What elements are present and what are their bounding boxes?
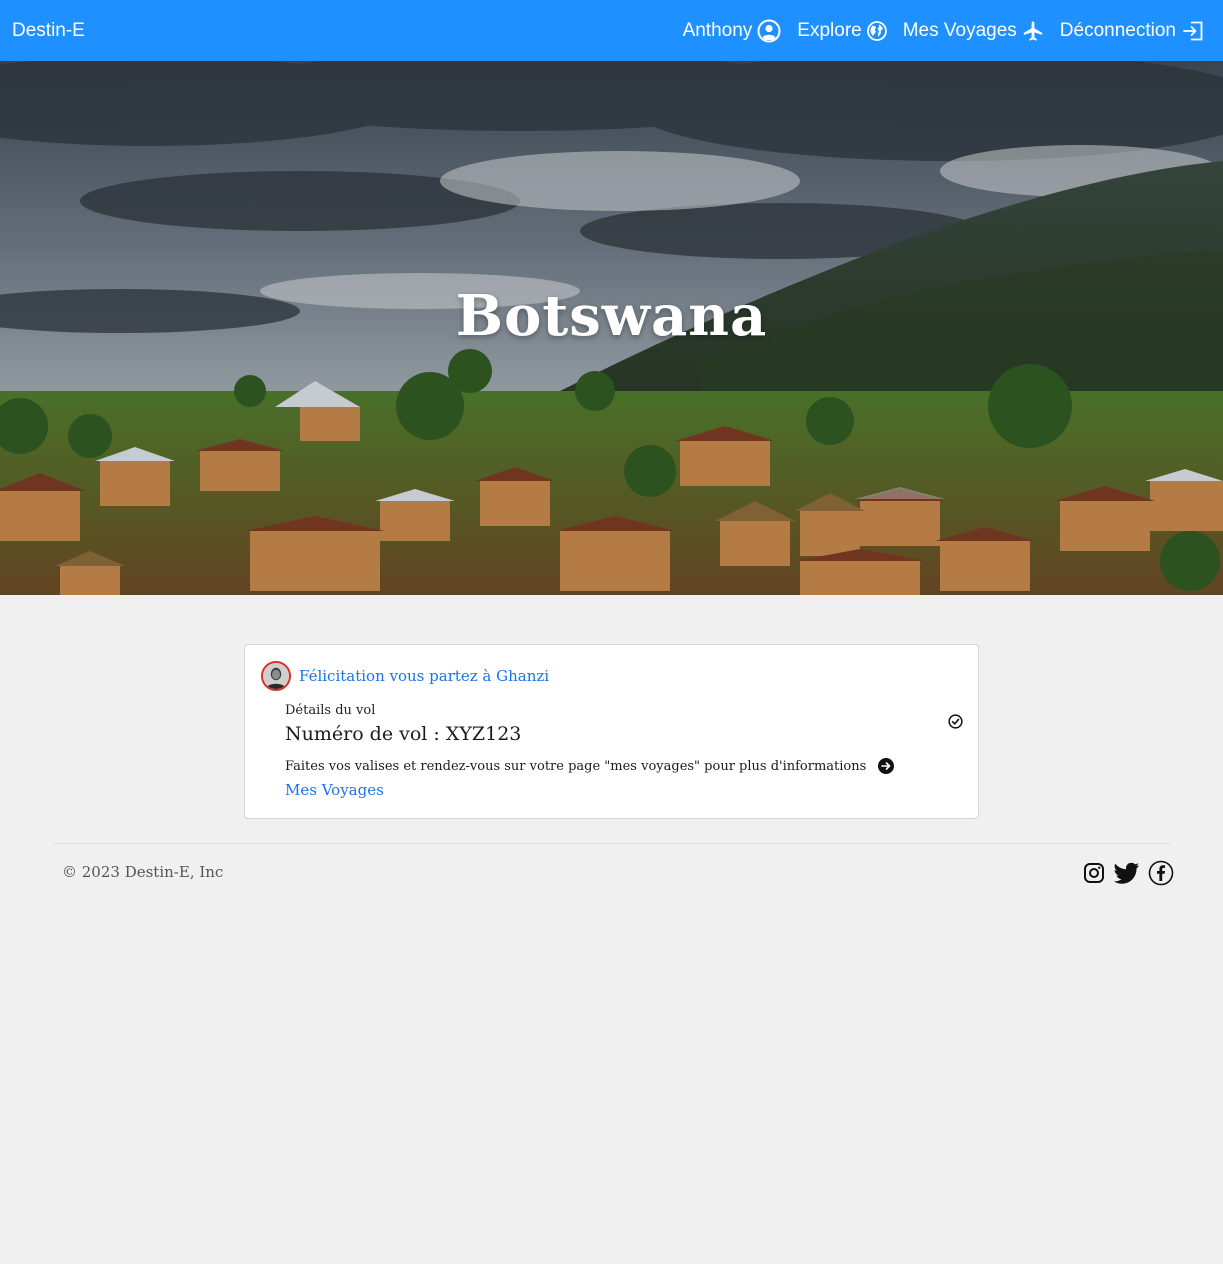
my-trips-link[interactable]: Mes Voyages xyxy=(285,781,384,799)
flight-number: Numéro de vol : XYZ123 xyxy=(285,723,522,745)
nav-trips-link[interactable]: Mes Voyages xyxy=(903,20,1044,42)
nav-profile-label: Anthony xyxy=(682,19,753,41)
hero-banner: Botswana xyxy=(0,61,1223,595)
nav-explore-link[interactable]: Explore xyxy=(797,19,887,42)
twitter-icon xyxy=(1113,862,1139,884)
nav-profile-link[interactable]: Anthony xyxy=(683,19,782,43)
card-header: Félicitation vous partez à Ghanzi xyxy=(261,661,549,691)
nav-logout-label: Déconnection xyxy=(1059,19,1176,41)
nav-links: Anthony Explore Mes Voyages Déconnection xyxy=(683,19,1205,43)
footer-divider xyxy=(54,843,1170,844)
arrow-right-circle-icon xyxy=(878,758,895,774)
airplane-icon xyxy=(1023,20,1042,41)
card-headline: Félicitation vous partez à Ghanzi xyxy=(299,667,550,685)
nav-logout-link[interactable]: Déconnection xyxy=(1060,19,1205,43)
sign-in-icon xyxy=(1183,21,1203,40)
avatar-photo xyxy=(263,663,289,689)
flight-details-label: Détails du vol xyxy=(285,703,376,718)
instagram-icon xyxy=(1084,863,1104,883)
instagram-link[interactable] xyxy=(1082,861,1106,889)
facebook-link[interactable] xyxy=(1148,860,1174,890)
top-navbar: Destin-E Anthony Explore Mes Voyages Déc… xyxy=(0,0,1223,61)
check-circle-icon xyxy=(948,714,963,729)
nav-explore-label: Explore xyxy=(797,19,862,41)
social-links xyxy=(1082,860,1174,890)
info-row: Faites vos valises et rendez-vous sur vo… xyxy=(285,758,895,774)
brand-link[interactable]: Destin-E xyxy=(12,20,85,42)
copyright-text: © 2023 Destin-E, Inc xyxy=(62,863,224,881)
flight-confirmation-card: Félicitation vous partez à Ghanzi Détail… xyxy=(244,644,979,819)
globe-icon xyxy=(866,20,887,41)
nav-trips-label: Mes Voyages xyxy=(902,19,1017,41)
facebook-icon xyxy=(1148,860,1174,886)
destination-title: Botswana xyxy=(455,283,768,349)
user-circle-icon xyxy=(757,19,781,42)
twitter-link[interactable] xyxy=(1113,861,1140,889)
avatar xyxy=(261,661,291,691)
info-text: Faites vos valises et rendez-vous sur vo… xyxy=(285,758,867,774)
